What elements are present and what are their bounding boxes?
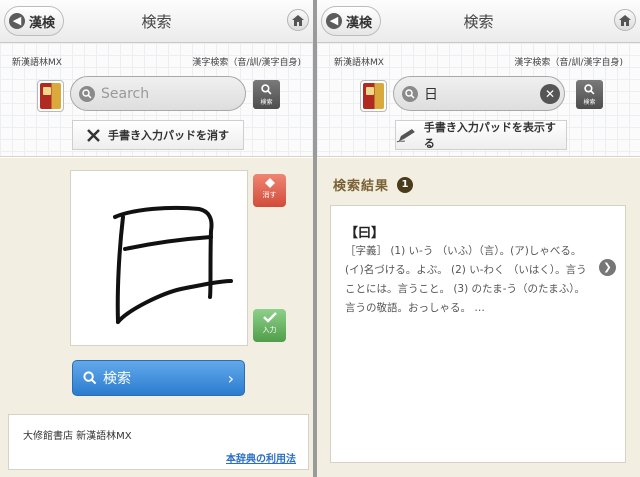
- nav-bar: ◀ 漢検 検索: [0, 0, 313, 43]
- search-icon: [79, 85, 95, 102]
- search-icon: [584, 84, 595, 95]
- left-pane: ◀ 漢検 検索 新漢語林MX 漢字検索（音/訓/漢字自身) Search 検索 …: [0, 0, 313, 477]
- show-handwriting-pad-button[interactable]: 手書き入力パッドを表示する: [395, 120, 567, 150]
- footer-box: 大修館書店 新漢語林MX 本辞典の利用法: [8, 414, 309, 470]
- page-title: 検索: [141, 13, 172, 31]
- pad-toggle-label: 手書き入力パッドを表示する: [423, 121, 556, 150]
- entry-definition: ［字義］ (1) い-う （いふ）（言）。(ア)しゃべる。(イ)名づける。よぶ。…: [345, 245, 587, 314]
- search-placeholder: Search: [101, 85, 150, 102]
- pencil-icon: [396, 129, 415, 143]
- search-area: 新漢語林MX 漢字検索（音/訓/漢字自身) 日 ✕ 検索 手書き入力パッドを表示…: [317, 43, 640, 157]
- hide-handwriting-pad-button[interactable]: 手書き入力パッドを消す: [72, 120, 244, 150]
- home-icon: [292, 14, 304, 26]
- chevron-right-icon: ›: [227, 368, 234, 388]
- results-title: 検索結果: [333, 179, 390, 194]
- search-button[interactable]: 検索: [253, 80, 280, 109]
- main-search-label: 検索: [103, 371, 131, 387]
- handwriting-stroke: [113, 205, 233, 324]
- search-mode-label: 漢字検索（音/訓/漢字自身): [514, 58, 623, 68]
- entry-headword: 【曰】: [345, 226, 385, 241]
- checkmark-icon: [262, 312, 277, 323]
- right-pane: ◀ 漢検 検索 新漢語林MX 漢字検索（音/訓/漢字自身) 日 ✕ 検索 手書き…: [317, 0, 640, 477]
- search-icon: [402, 85, 418, 102]
- main-search-button[interactable]: 検索 ›: [72, 360, 245, 396]
- dictionary-book-icon[interactable]: [37, 80, 64, 112]
- home-icon: [619, 14, 631, 26]
- search-area: 新漢語林MX 漢字検索（音/訓/漢字自身) Search 検索 手書き入力パッド…: [0, 43, 313, 157]
- page-title: 検索: [463, 13, 494, 31]
- search-button-label: 検索: [260, 99, 273, 106]
- enter-button[interactable]: 入力: [253, 309, 286, 342]
- chevron-right-icon[interactable]: ❯: [599, 259, 616, 276]
- results-header: 検索結果 1: [333, 175, 414, 194]
- dictionary-name: 新漢語林MX: [12, 58, 62, 68]
- home-button[interactable]: [614, 9, 636, 31]
- eraser-icon: [264, 178, 275, 188]
- results-count-badge: 1: [397, 176, 414, 193]
- home-button[interactable]: [287, 9, 309, 31]
- usage-guide-link[interactable]: 本辞典の利用法: [226, 450, 296, 465]
- dictionary-book-icon[interactable]: [360, 80, 387, 112]
- search-mode-label: 漢字検索（音/訓/漢字自身): [192, 58, 301, 68]
- erase-button-label: 消す: [262, 191, 277, 199]
- search-button[interactable]: 検索: [576, 80, 603, 109]
- enter-button-label: 入力: [262, 326, 277, 334]
- close-x-icon: [87, 128, 100, 142]
- search-button-label: 検索: [583, 99, 596, 106]
- footer: 大修館書店 新漢語林MX 本辞典の利用法: [0, 405, 313, 477]
- search-input[interactable]: 日 ✕: [393, 76, 565, 111]
- result-entry[interactable]: 【曰】 ［字義］ (1) い-う （いふ）（言）。(ア)しゃべる。(イ)名づける…: [330, 205, 626, 463]
- results-area: 検索結果 1 【曰】 ［字義］ (1) い-う （いふ）（言）。(ア)しゃべる。…: [317, 158, 640, 477]
- search-icon: [83, 371, 97, 385]
- publisher-text: 大修館書店 新漢語林MX: [23, 431, 132, 442]
- handwriting-pad-area: 消す 入力 検索 ›: [0, 158, 313, 405]
- clear-icon[interactable]: ✕: [540, 84, 560, 104]
- handwriting-canvas[interactable]: [70, 170, 248, 346]
- erase-button[interactable]: 消す: [253, 174, 286, 207]
- search-icon: [261, 84, 272, 95]
- dictionary-name: 新漢語林MX: [334, 58, 384, 68]
- pad-toggle-label: 手書き入力パッドを消す: [108, 129, 229, 142]
- search-input[interactable]: Search: [70, 76, 246, 111]
- nav-bar: ◀ 漢検 検索: [317, 0, 640, 43]
- search-value: 日: [424, 86, 438, 103]
